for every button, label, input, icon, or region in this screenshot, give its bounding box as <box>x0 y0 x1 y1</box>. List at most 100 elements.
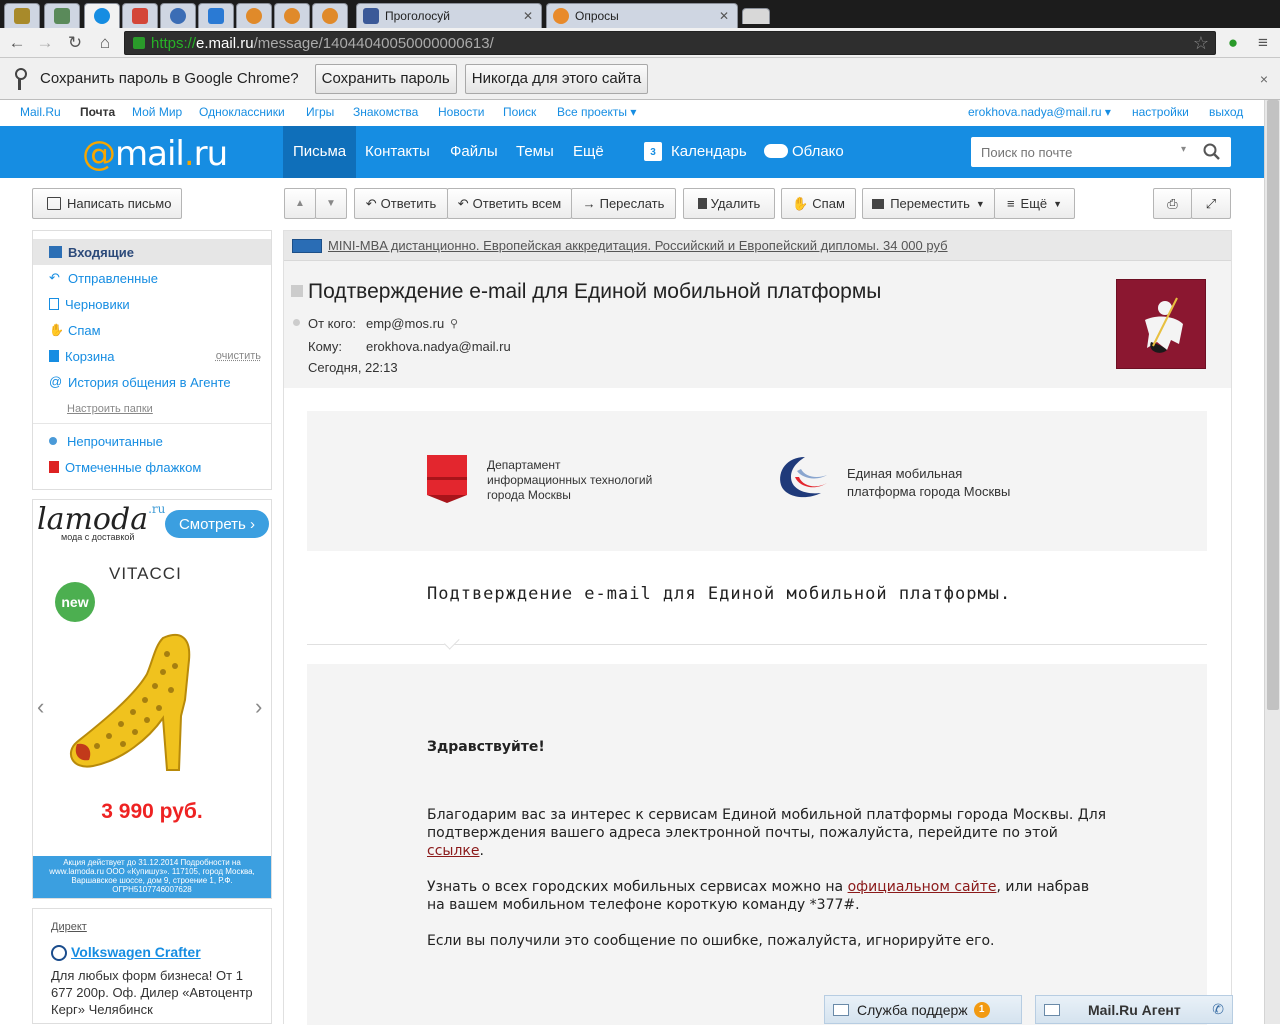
portal-link-search[interactable]: Поиск <box>503 105 536 119</box>
chrome-menu-icon[interactable]: ≡ <box>1252 32 1274 54</box>
volkswagen-logo-icon <box>51 945 67 961</box>
filter-unread[interactable]: Непрочитанные <box>33 428 271 454</box>
bookmark-star-icon[interactable]: ☆ <box>1193 33 1209 54</box>
portal-link-all-projects[interactable]: Все проекты ▾ <box>557 105 636 119</box>
next-message-button[interactable]: ▼ <box>315 188 347 219</box>
more-button[interactable]: ≡ Ещё ▼ <box>994 188 1075 219</box>
save-password-button[interactable]: Сохранить пароль <box>314 63 457 94</box>
thumbs-down-icon: ✋ <box>792 195 809 211</box>
search-dropdown-icon[interactable]: ▾ <box>1181 144 1186 155</box>
message-subject: Подтверждение e-mail для Единой мобильно… <box>308 280 882 303</box>
support-chat-bar[interactable]: Служба поддерж 1 <box>824 995 1022 1024</box>
nav-files[interactable]: Файлы <box>450 126 498 178</box>
search-icon[interactable] <box>1203 143 1221 161</box>
direct-ad-title[interactable]: Volkswagen Crafter <box>71 944 201 960</box>
phone-icon[interactable]: ✆ <box>1212 1001 1224 1018</box>
tab-close-icon[interactable]: ✕ <box>717 9 731 23</box>
reply-all-button[interactable]: ↶ Ответить всем <box>447 188 572 219</box>
mailru-logo[interactable]: @mail.ru <box>82 134 228 174</box>
infobar-close-icon[interactable]: × <box>1260 71 1268 87</box>
settings-link[interactable]: настройки <box>1132 105 1189 119</box>
ad-watch-button[interactable]: Смотреть › <box>165 510 269 538</box>
spam-button[interactable]: ✋ Спам <box>781 188 856 219</box>
lamoda-ad[interactable]: lamoda.ru мода с доставкой Смотреть › VI… <box>32 499 272 899</box>
portal-link-news[interactable]: Новости <box>438 105 484 119</box>
portal-link-mailru[interactable]: Mail.Ru <box>20 105 61 119</box>
forward-button[interactable]: → Переслать <box>571 188 676 219</box>
folder-spam[interactable]: ✋ Спам <box>33 317 271 343</box>
folder-drafts[interactable]: Черновики <box>33 291 271 317</box>
move-button[interactable]: Переместить ▼ <box>862 188 995 219</box>
promo-text[interactable]: MINI-MBA дистанционно. Европейская аккре… <box>328 238 948 253</box>
extension-icon[interactable]: ● <box>1222 32 1244 54</box>
new-tab-button[interactable] <box>742 8 770 24</box>
tab-title: Проголосуй <box>385 9 451 23</box>
browser-tab[interactable] <box>236 3 272 28</box>
official-site-link[interactable]: официальном сайте <box>848 879 997 895</box>
folder-inbox[interactable]: Входящие <box>33 239 271 265</box>
logout-link[interactable]: выход <box>1209 105 1243 119</box>
browser-tab[interactable] <box>198 3 234 28</box>
never-save-button[interactable]: Никогда для этого сайта <box>464 63 649 94</box>
direct-label[interactable]: Директ <box>51 921 87 933</box>
browser-tab-active[interactable] <box>84 3 120 28</box>
nav-letters[interactable]: Письма <box>283 126 357 178</box>
reload-icon[interactable]: ↻ <box>64 32 86 54</box>
browser-tab[interactable] <box>312 3 348 28</box>
nav-themes[interactable]: Темы <box>516 126 554 178</box>
browser-tab[interactable] <box>4 3 40 28</box>
portal-link-dating[interactable]: Знакомства <box>353 105 418 119</box>
portal-link-mymir[interactable]: Мой Мир <box>132 105 182 119</box>
tab-close-icon[interactable]: ✕ <box>521 9 535 23</box>
promo-banner[interactable]: MINI-MBA дистанционно. Европейская аккре… <box>284 231 1231 261</box>
drafts-icon <box>49 298 59 310</box>
emp-name-line: Единая мобильная <box>847 466 963 481</box>
nav-more[interactable]: Ещё <box>573 126 604 178</box>
nav-calendar[interactable]: Календарь <box>671 126 747 178</box>
scrollbar-thumb[interactable] <box>1267 100 1279 710</box>
nav-contacts[interactable]: Контакты <box>365 126 430 178</box>
ad-prev-arrow-icon[interactable]: ‹ <box>37 694 44 720</box>
filter-label: Отмеченные флажком <box>65 459 202 475</box>
folder-sent[interactable]: ↶ Отправленные <box>33 265 271 291</box>
mail-search-input[interactable] <box>971 137 1171 167</box>
address-bar[interactable]: https:// e.mail.ru /message/140440400500… <box>124 31 1216 55</box>
folder-label: Черновики <box>65 296 130 312</box>
browser-tab[interactable] <box>122 3 158 28</box>
user-email-menu[interactable]: erokhova.nadya@mail.ru ▾ <box>968 105 1111 119</box>
delete-button[interactable]: Удалить <box>683 188 775 219</box>
print-button[interactable]: ⎙ <box>1153 188 1192 219</box>
confirm-link[interactable]: ссылке <box>427 843 479 859</box>
flag-outline-icon[interactable] <box>291 285 303 297</box>
folder-divider <box>33 423 271 424</box>
page-scrollbar[interactable] <box>1264 100 1280 1024</box>
prev-message-button[interactable]: ▲ <box>284 188 316 219</box>
read-status-icon[interactable] <box>293 319 300 326</box>
configure-folders-link[interactable]: Настроить папки <box>67 403 153 415</box>
browser-tab[interactable] <box>274 3 310 28</box>
browser-tab[interactable]: Опросы ✕ <box>546 3 738 28</box>
browser-tab[interactable] <box>160 3 196 28</box>
compose-button[interactable]: Написать письмо <box>32 188 182 219</box>
expand-button[interactable]: ⤢ <box>1191 188 1231 219</box>
ad-next-arrow-icon[interactable]: › <box>255 694 262 720</box>
nav-cloud[interactable]: Облако <box>792 126 844 178</box>
reply-button[interactable]: ↶ Ответить <box>354 188 448 219</box>
filter-flagged[interactable]: Отмеченные флажком <box>33 454 271 480</box>
browser-tab[interactable]: Проголосуй ✕ <box>356 3 542 28</box>
home-icon[interactable]: ⌂ <box>94 32 116 54</box>
folder-agent-history[interactable]: @ История общения в Агенте <box>33 369 271 395</box>
portal-link-mail[interactable]: Почта <box>80 105 115 119</box>
sender-search-icon[interactable]: ⚲ <box>450 317 458 330</box>
email-paragraph-2: Узнать о всех городских мобильных сервис… <box>427 879 1090 913</box>
portal-link-games[interactable]: Игры <box>306 105 334 119</box>
clear-trash-link[interactable]: очистить <box>216 350 261 362</box>
from-address[interactable]: emp@mos.ru <box>366 316 444 331</box>
folder-trash[interactable]: Корзина очистить <box>33 343 271 369</box>
agent-bar[interactable]: Mail.Ru Агент ✆ <box>1035 995 1233 1024</box>
spam-icon: ✋ <box>49 323 64 337</box>
forward-arrow-icon[interactable]: → <box>34 32 56 54</box>
portal-link-ok[interactable]: Одноклассники <box>199 105 285 119</box>
browser-tab[interactable] <box>44 3 80 28</box>
back-arrow-icon[interactable]: ← <box>6 32 28 54</box>
